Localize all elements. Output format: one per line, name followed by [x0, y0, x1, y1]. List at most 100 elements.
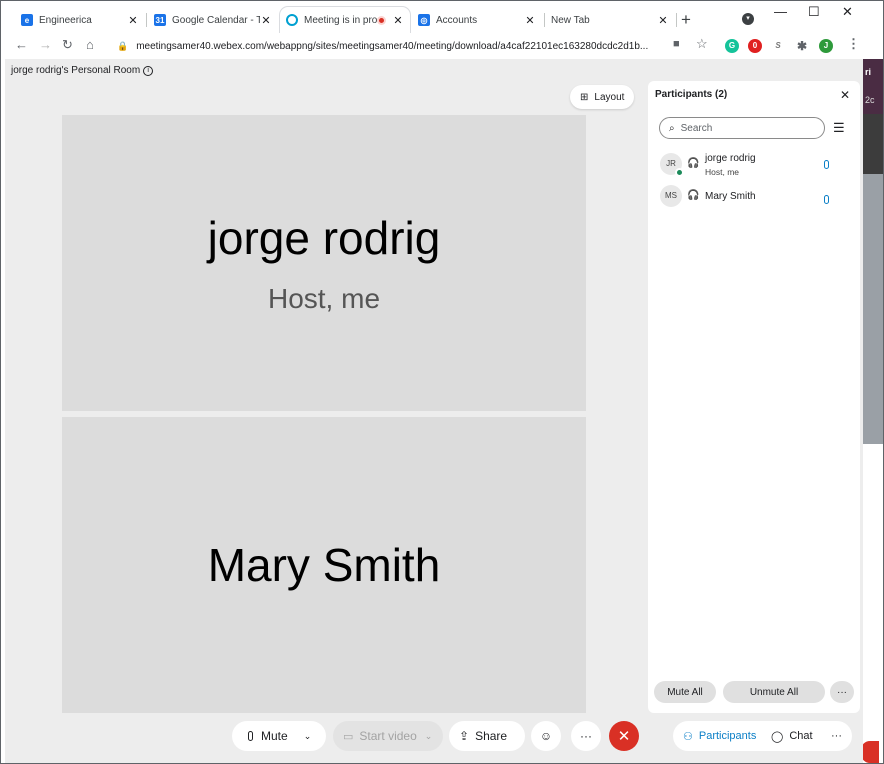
- window-close-icon[interactable]: ✕: [842, 4, 853, 20]
- participant-row[interactable]: MS 🎧 Mary Smith: [660, 183, 850, 213]
- unmute-all-button[interactable]: Unmute All: [723, 681, 825, 703]
- emoji-icon: ☺: [539, 729, 553, 743]
- avatar: MS: [660, 185, 682, 207]
- share-icon: ⇪: [459, 729, 470, 743]
- microphone-icon[interactable]: [824, 160, 829, 169]
- panel-controls: ⚇ Participants ◯ Chat ···: [673, 721, 852, 751]
- panel-more-button[interactable]: ···: [830, 681, 854, 703]
- end-call-button[interactable]: ✕: [609, 721, 639, 751]
- meeting-page: jorge rodrig's Personal Room i ⊞ Layout …: [5, 59, 863, 763]
- background-text: ri: [865, 67, 872, 77]
- back-icon[interactable]: ←: [15, 37, 28, 52]
- browser-toolbar: ← → ↻ ⌂ 🔒 meetingsamer40.webex.com/webap…: [1, 33, 883, 59]
- close-panel-icon[interactable]: ✕: [840, 88, 850, 102]
- s-extension-icon[interactable]: S: [771, 39, 785, 53]
- avatar-initials: JR: [666, 159, 676, 168]
- layout-button[interactable]: ⊞ Layout: [570, 85, 635, 109]
- mute-all-button[interactable]: Mute All: [654, 681, 716, 703]
- participants-panel-title: Participants (2): [655, 89, 728, 100]
- share-button[interactable]: ⇪ Share: [449, 721, 525, 751]
- tab-title: Google Calendar - Tu: [172, 14, 260, 26]
- tab-accounts[interactable]: ◎ Accounts ✕: [412, 7, 542, 33]
- reactions-button[interactable]: ☺: [531, 721, 561, 751]
- extensions-puzzle-icon[interactable]: ✱: [795, 39, 809, 53]
- close-tab-icon[interactable]: ✕: [127, 14, 139, 27]
- minimize-icon[interactable]: —: [774, 4, 787, 19]
- video-tile-participant: Mary Smith: [62, 417, 586, 713]
- avatar-initials: MS: [665, 191, 677, 200]
- participant-role: Host, me: [705, 167, 740, 177]
- participant-search-input[interactable]: ⌕ Search: [659, 117, 825, 139]
- bookmark-star-icon[interactable]: ☆: [696, 36, 708, 52]
- background-red-fragment: [861, 741, 879, 763]
- grid-icon: ⊞: [580, 91, 589, 103]
- background-text: 2c: [865, 95, 875, 105]
- background-window-fragment: [863, 114, 883, 174]
- microphone-icon: [248, 731, 253, 741]
- lock-icon: 🔒: [117, 40, 129, 51]
- start-video-button[interactable]: ▭ Start video ⌄: [333, 721, 443, 751]
- tab-new-tab[interactable]: New Tab ✕: [545, 7, 675, 33]
- tab-separator: [146, 13, 147, 27]
- url-text: meetingsamer40.webex.com/webappng/sites/…: [136, 40, 649, 52]
- participants-label: Participants: [698, 730, 757, 742]
- chat-icon: ◯: [771, 730, 784, 743]
- room-title: jorge rodrig's Personal Room i: [11, 65, 154, 76]
- maximize-icon[interactable]: ☐: [808, 4, 820, 20]
- video-camera-icon: ▭: [343, 730, 354, 743]
- headset-icon: 🎧: [687, 158, 700, 169]
- tab-separator: [676, 13, 677, 27]
- close-tab-icon[interactable]: ✕: [524, 14, 536, 27]
- search-placeholder: Search: [680, 122, 713, 134]
- background-window-fragment: ri 2c: [863, 59, 883, 114]
- video-tile-host: jorge rodrig Host, me: [62, 115, 586, 411]
- browser-window: e Engineerica ✕ 31 Google Calendar - Tu …: [0, 0, 884, 764]
- chat-toggle-button[interactable]: ◯ Chat: [771, 721, 813, 751]
- participants-icon: ⚇: [683, 730, 693, 743]
- adblock-icon[interactable]: 0: [748, 39, 762, 53]
- info-icon[interactable]: i: [143, 65, 154, 76]
- address-bar[interactable]: 🔒 meetingsamer40.webex.com/webappng/site…: [109, 35, 691, 57]
- grammarly-icon[interactable]: G: [725, 39, 739, 53]
- accounts-icon: ◎: [418, 14, 430, 26]
- tab-title: New Tab: [551, 14, 590, 26]
- share-label: Share: [475, 729, 508, 743]
- tab-strip: e Engineerica ✕ 31 Google Calendar - Tu …: [1, 1, 883, 35]
- close-tab-icon[interactable]: ✕: [392, 14, 404, 27]
- participant-name: jorge rodrig: [705, 153, 756, 164]
- home-icon[interactable]: ⌂: [86, 37, 94, 52]
- camera-blocked-icon[interactable]: ■: [673, 38, 680, 50]
- room-title-text: jorge rodrig's Personal Room: [11, 65, 141, 76]
- close-tab-icon[interactable]: ✕: [260, 14, 272, 27]
- close-tab-icon[interactable]: ✕: [657, 14, 669, 27]
- chevron-down-icon[interactable]: ⌄: [425, 731, 433, 742]
- avatar: JR: [660, 153, 684, 177]
- background-window-fragment: [863, 174, 883, 444]
- tile-participant-name: Mary Smith: [207, 539, 441, 591]
- participants-toggle-button[interactable]: ⚇ Participants: [683, 721, 756, 751]
- reload-icon[interactable]: ↻: [62, 37, 73, 53]
- new-tab-icon[interactable]: +: [681, 10, 691, 30]
- tab-title: Engineerica: [39, 14, 92, 26]
- participant-row[interactable]: JR 🎧 jorge rodrig Host, me: [660, 151, 850, 181]
- tab-title: Meeting is in proc: [304, 14, 377, 26]
- recording-icon: [377, 15, 386, 25]
- engineerica-icon: e: [21, 14, 33, 26]
- chevron-down-icon[interactable]: ⌄: [304, 731, 312, 742]
- start-video-label: Start video: [359, 729, 417, 743]
- forward-icon[interactable]: →: [39, 37, 52, 52]
- sort-icon[interactable]: ☰: [833, 120, 845, 136]
- tab-meeting[interactable]: Meeting is in proc ✕: [280, 7, 410, 33]
- panel-more-button[interactable]: ···: [831, 721, 842, 751]
- browser-menu-icon[interactable]: ⋮: [847, 36, 860, 52]
- tab-google-calendar[interactable]: 31 Google Calendar - Tu ✕: [148, 7, 278, 33]
- tab-engineerica[interactable]: e Engineerica ✕: [15, 7, 145, 33]
- profile-avatar[interactable]: J: [819, 39, 833, 53]
- mute-label: Mute: [261, 729, 288, 743]
- mute-button[interactable]: Mute ⌄: [232, 721, 326, 751]
- microphone-icon[interactable]: [824, 195, 829, 204]
- tab-search-icon[interactable]: ▾: [742, 13, 754, 25]
- close-icon: ✕: [617, 728, 631, 745]
- more-options-button[interactable]: ···: [571, 721, 601, 751]
- participant-name: Mary Smith: [705, 191, 756, 202]
